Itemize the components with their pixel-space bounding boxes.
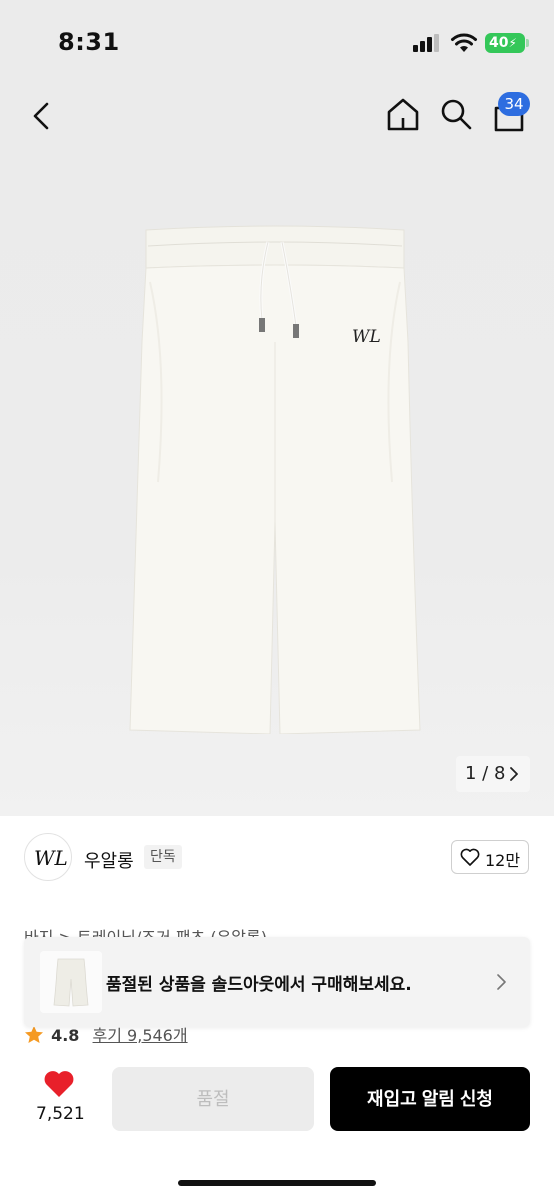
top-nav: 34 <box>0 88 554 144</box>
product-image-gallery[interactable]: WL 1 / 8 <box>0 144 554 816</box>
chevron-right-icon <box>510 767 518 781</box>
wifi-icon <box>451 33 477 52</box>
search-icon[interactable] <box>438 94 474 134</box>
home-indicator <box>178 1180 376 1186</box>
status-bar: 8:31 40⚡ <box>0 0 554 88</box>
chevron-right-icon <box>497 974 506 990</box>
rating-score: 4.8 <box>51 1026 80 1045</box>
cart-count-badge: 34 <box>498 92 530 116</box>
brand-logo-mark: WL <box>34 846 68 870</box>
brand-name[interactable]: 우알롱 <box>84 847 134 873</box>
signal-icon <box>413 34 441 52</box>
heart-filled-icon[interactable] <box>43 1069 75 1099</box>
exclusive-tag: 단독 <box>144 845 182 869</box>
svg-text:WL: WL <box>34 846 68 870</box>
brand-row: WL 우알롱 단독 12만 <box>0 828 554 886</box>
bottom-action-bar: 7,521 품절 재입고 알림 신청 <box>0 1064 554 1154</box>
restock-alert-button[interactable]: 재입고 알림 신청 <box>330 1067 530 1131</box>
star-icon <box>25 1026 43 1043</box>
review-count-link[interactable]: 후기 9,546개 <box>93 1026 188 1045</box>
brand-logo[interactable]: WL <box>24 833 72 881</box>
battery-level: 40 <box>489 35 509 51</box>
soldout-banner[interactable]: 품절된 상품을 솔드아웃에서 구매해보세요. <box>24 937 530 1027</box>
brand-like-count: 12만 <box>485 851 521 870</box>
brand-like-button[interactable]: 12만 <box>451 840 529 874</box>
banner-thumbnail <box>40 951 102 1013</box>
banner-message: 품절된 상품을 솔드아웃에서 구매해보세요. <box>106 975 412 995</box>
soldout-button: 품절 <box>112 1067 314 1131</box>
heart-outline-icon <box>460 848 480 866</box>
wish-count: 7,521 <box>36 1104 85 1124</box>
charging-icon: ⚡ <box>508 36 517 50</box>
status-time: 8:31 <box>58 28 120 56</box>
svg-text:WL: WL <box>352 327 381 347</box>
chevron-left-icon[interactable] <box>26 96 60 136</box>
gallery-pager[interactable]: 1 / 8 <box>456 756 530 792</box>
product-image: WL <box>129 225 421 734</box>
battery-cap <box>526 39 529 47</box>
battery-indicator: 40⚡ <box>485 33 525 53</box>
home-icon[interactable] <box>384 94 422 134</box>
gallery-page-indicator: 1 / 8 <box>465 763 506 784</box>
